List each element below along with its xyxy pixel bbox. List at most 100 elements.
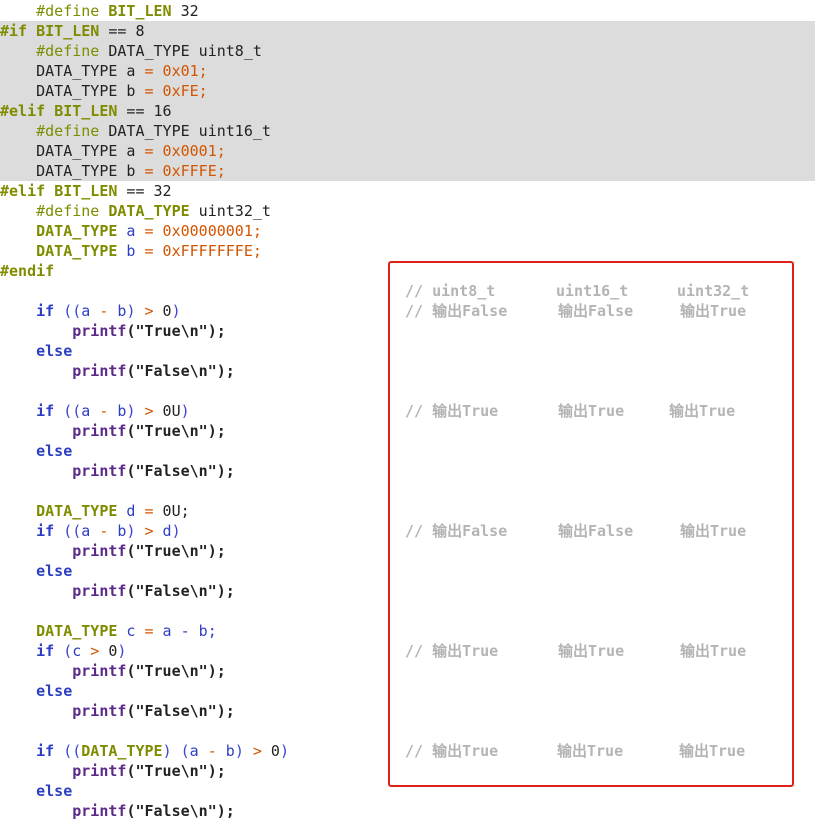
literal: 0xFFFE; — [153, 162, 226, 180]
comment-result: 输出True — [680, 642, 747, 660]
code-line: if ((a - b) > 0) — [0, 301, 181, 321]
operator: > — [81, 642, 109, 660]
comment-result: 输出False — [558, 522, 634, 540]
code-line: if ((a - b) > d) — [0, 521, 181, 541]
function-call: printf — [72, 802, 127, 820]
code-line: DATA_TYPE a = 0x00000001; — [0, 221, 262, 241]
else-keyword: else — [36, 342, 73, 360]
operator: = — [144, 622, 154, 640]
code-line: printf("True\n"); — [0, 321, 226, 341]
comment-result: 输出False — [558, 302, 634, 320]
code-line-highlighted: DATA_TYPE b = 0xFFFE; — [0, 161, 815, 181]
operator: > — [144, 302, 154, 320]
comment-header-uint16: uint16_t — [556, 282, 629, 300]
comment-result: // 输出False — [405, 302, 508, 320]
variable: a — [81, 402, 91, 420]
function-call: printf — [72, 702, 127, 720]
operator: == — [117, 102, 154, 120]
declaration: DATA_TYPE a — [36, 142, 145, 160]
variable: d — [117, 502, 145, 520]
paren: (( — [63, 402, 82, 420]
type-name: DATA_TYPE — [81, 742, 163, 760]
define-directive: #define — [36, 202, 109, 220]
comment-result: 输出True — [558, 402, 625, 420]
code-line: printf("False\n"); — [0, 361, 235, 381]
comment-result: // 输出True — [405, 402, 499, 420]
paren: ) — [180, 402, 190, 420]
define-body: DATA_TYPE uint16_t — [108, 122, 271, 140]
paren: ) — [171, 302, 181, 320]
code-line: printf("False\n"); — [0, 461, 235, 481]
paren: ) — [279, 742, 289, 760]
code-line: if ((DATA_TYPE) (a - b) > 0) — [0, 741, 289, 761]
code-line-highlighted: DATA_TYPE b = 0xFE; — [0, 81, 815, 101]
variable: c — [72, 642, 82, 660]
operator: == — [117, 182, 154, 200]
operator: = — [144, 222, 154, 240]
operator: - — [198, 742, 226, 760]
string-arg: ("True\n"); — [126, 762, 226, 780]
comment-result: 输出True — [680, 522, 747, 540]
code-line: #define DATA_TYPE uint32_t — [0, 201, 271, 221]
if-keyword: if — [36, 522, 64, 540]
paren: ) — [126, 402, 145, 420]
paren: (( — [63, 522, 82, 540]
code-line: #define BIT_LEN 32 — [0, 1, 199, 21]
comment-result: 输出True — [558, 642, 625, 660]
comment-result: // 输出True — [405, 642, 499, 660]
macro-value: 32 — [171, 2, 199, 20]
code-line: printf("False\n"); — [0, 581, 235, 601]
code-line-highlighted: DATA_TYPE a = 0x01; — [0, 61, 815, 81]
paren: (( — [63, 302, 82, 320]
code-line: #endif — [0, 261, 54, 281]
code-line: DATA_TYPE b = 0xFFFFFFFE; — [0, 241, 262, 261]
endif-directive: #endif — [0, 262, 55, 280]
literal: 0xFE; — [153, 82, 208, 100]
operator: = — [144, 82, 154, 100]
paren: ) — [162, 742, 181, 760]
type-name: DATA_TYPE — [36, 622, 118, 640]
literal: 0x0001; — [153, 142, 226, 160]
literal: 16 — [153, 102, 172, 120]
code-line: else — [0, 561, 72, 581]
literal: 0 — [153, 302, 172, 320]
code-line: printf("True\n"); — [0, 761, 226, 781]
paren: ) — [126, 522, 145, 540]
literal: 0U; — [153, 502, 190, 520]
expression: a - b; — [153, 622, 217, 640]
literal: 0U — [153, 402, 181, 420]
else-keyword: else — [36, 562, 73, 580]
string-arg: ("False\n"); — [126, 362, 235, 380]
comment-result: // 输出True — [405, 742, 499, 760]
string-arg: ("False\n"); — [126, 582, 235, 600]
string-arg: ("True\n"); — [126, 322, 226, 340]
comment-result: // 输出False — [405, 522, 508, 540]
operator: - — [90, 402, 118, 420]
else-keyword: else — [36, 682, 73, 700]
function-call: printf — [72, 542, 127, 560]
elif-directive: #elif — [0, 102, 55, 120]
variable: b — [225, 742, 235, 760]
function-call: printf — [72, 462, 127, 480]
literal: 32 — [153, 182, 172, 200]
define-directive: #define — [36, 2, 109, 20]
variable: c — [117, 622, 145, 640]
comment-header-uint8: // uint8_t — [405, 282, 496, 300]
code-line: printf("True\n"); — [0, 541, 226, 561]
code-line: else — [0, 681, 72, 701]
code-line: printf("True\n"); — [0, 661, 226, 681]
comment-result: 输出True — [680, 302, 747, 320]
declaration: DATA_TYPE b — [36, 162, 145, 180]
elif-directive: #elif — [0, 182, 55, 200]
macro-name: DATA_TYPE — [108, 202, 190, 220]
variable: a — [189, 742, 199, 760]
macro-name: BIT_LEN — [54, 182, 118, 200]
comment-result: 输出True — [557, 742, 624, 760]
function-call: printf — [72, 322, 127, 340]
function-call: printf — [72, 362, 127, 380]
macro-name: BIT_LEN — [108, 2, 172, 20]
code-line: else — [0, 781, 72, 801]
operator: > — [144, 522, 154, 540]
operator: > — [252, 742, 262, 760]
string-arg: ("True\n"); — [126, 542, 226, 560]
